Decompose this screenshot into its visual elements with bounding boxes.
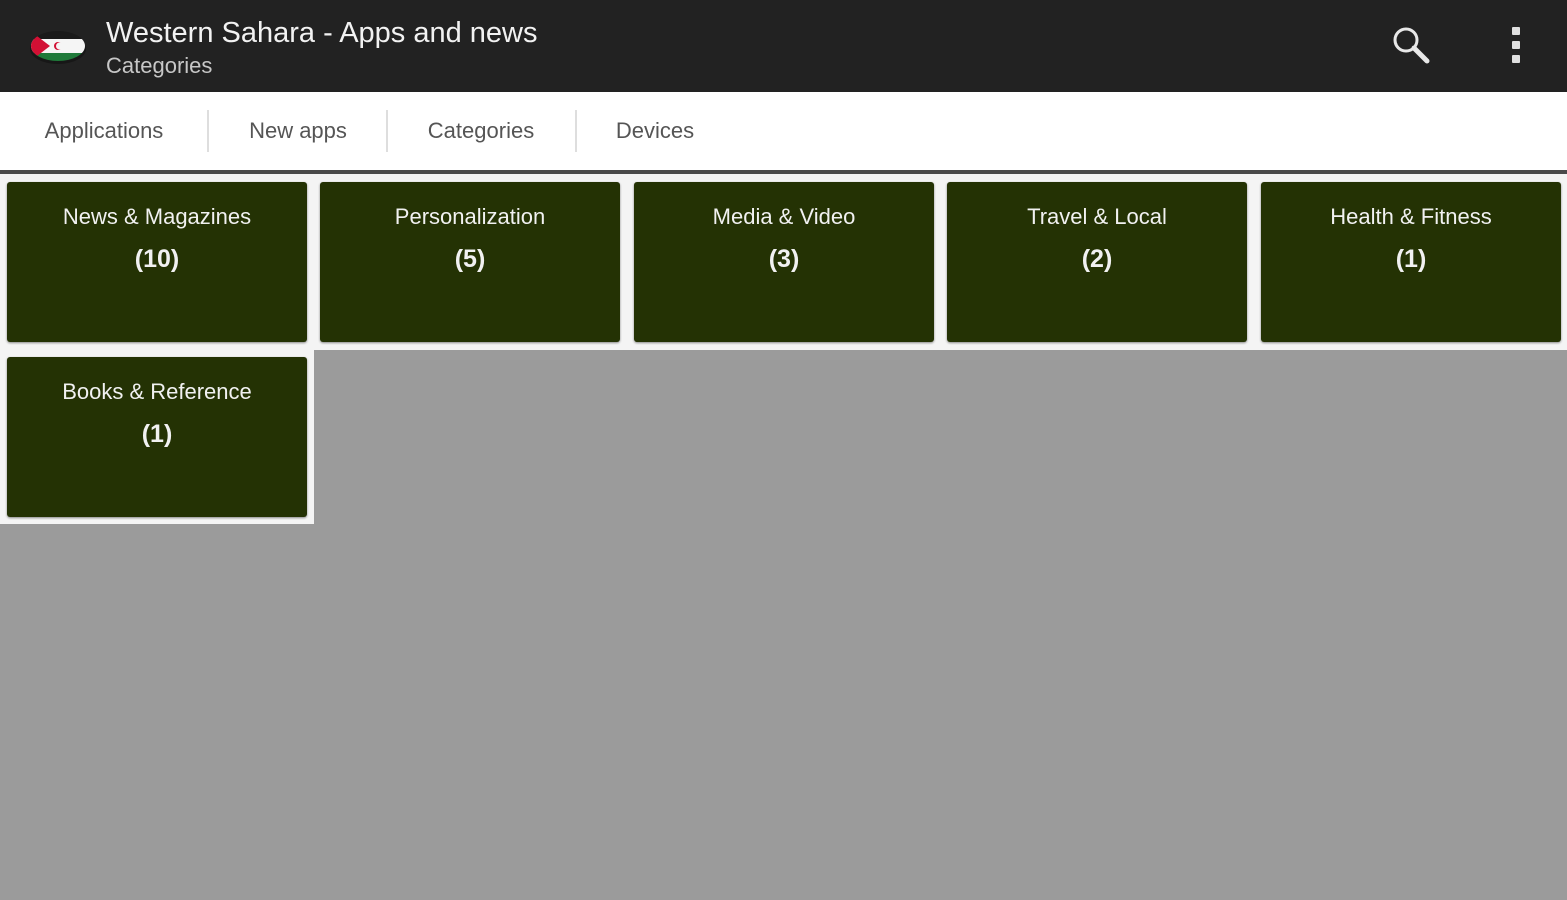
category-count: (1): [1395, 245, 1427, 273]
tab-divider: [386, 110, 388, 152]
category-count: (10): [134, 245, 180, 273]
category-name: Books & Reference: [62, 379, 252, 404]
category-name: Health & Fitness: [1330, 204, 1492, 229]
tab-divider: [575, 110, 577, 152]
search-button[interactable]: [1384, 22, 1438, 72]
overflow-menu-button[interactable]: [1494, 22, 1538, 72]
category-tile-travel-local[interactable]: Travel & Local (2): [947, 182, 1247, 342]
action-bar: Western Sahara - Apps and news Categorie…: [0, 0, 1567, 92]
western-sahara-flag-icon[interactable]: [28, 25, 88, 67]
category-name: Personalization: [394, 204, 546, 229]
tab-categories[interactable]: Categories: [398, 92, 564, 170]
category-count: (1): [141, 420, 173, 448]
category-name: News & Magazines: [62, 204, 252, 229]
category-tile-personalization[interactable]: Personalization (5): [320, 182, 620, 342]
category-count: (3): [768, 245, 800, 273]
category-tile-books-reference[interactable]: Books & Reference (1): [7, 357, 307, 517]
category-name: Media & Video: [712, 204, 856, 229]
tab-divider: [207, 110, 209, 152]
search-icon: [1390, 24, 1432, 71]
category-tile-health-fitness[interactable]: Health & Fitness (1): [1261, 182, 1561, 342]
category-name: Travel & Local: [1027, 204, 1167, 229]
app-title: Western Sahara - Apps and news: [106, 17, 538, 49]
tab-applications[interactable]: Applications: [20, 92, 188, 170]
tab-devices[interactable]: Devices: [586, 92, 724, 170]
tab-new-apps[interactable]: New apps: [218, 92, 378, 170]
category-count: (2): [1081, 245, 1113, 273]
category-tile-news-magazines[interactable]: News & Magazines (10): [7, 182, 307, 342]
category-count: (5): [454, 245, 486, 273]
category-tile-media-video[interactable]: Media & Video (3): [634, 182, 934, 342]
app-subtitle: Categories: [106, 53, 213, 78]
more-vertical-icon: [1510, 25, 1522, 70]
